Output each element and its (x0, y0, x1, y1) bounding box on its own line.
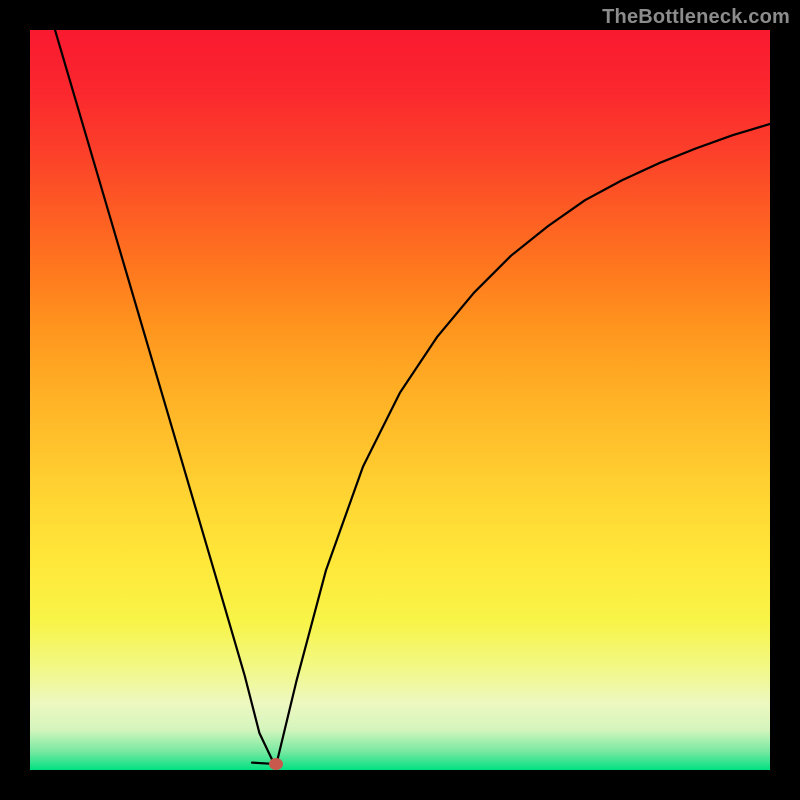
curve-right-branch (276, 124, 770, 764)
watermark-text: TheBottleneck.com (602, 6, 790, 29)
plot-area (30, 30, 770, 770)
curve-layer (30, 30, 770, 770)
chart-stage: TheBottleneck.com (0, 0, 800, 800)
optimal-marker-icon (269, 758, 283, 770)
curve-left-branch (30, 30, 274, 764)
